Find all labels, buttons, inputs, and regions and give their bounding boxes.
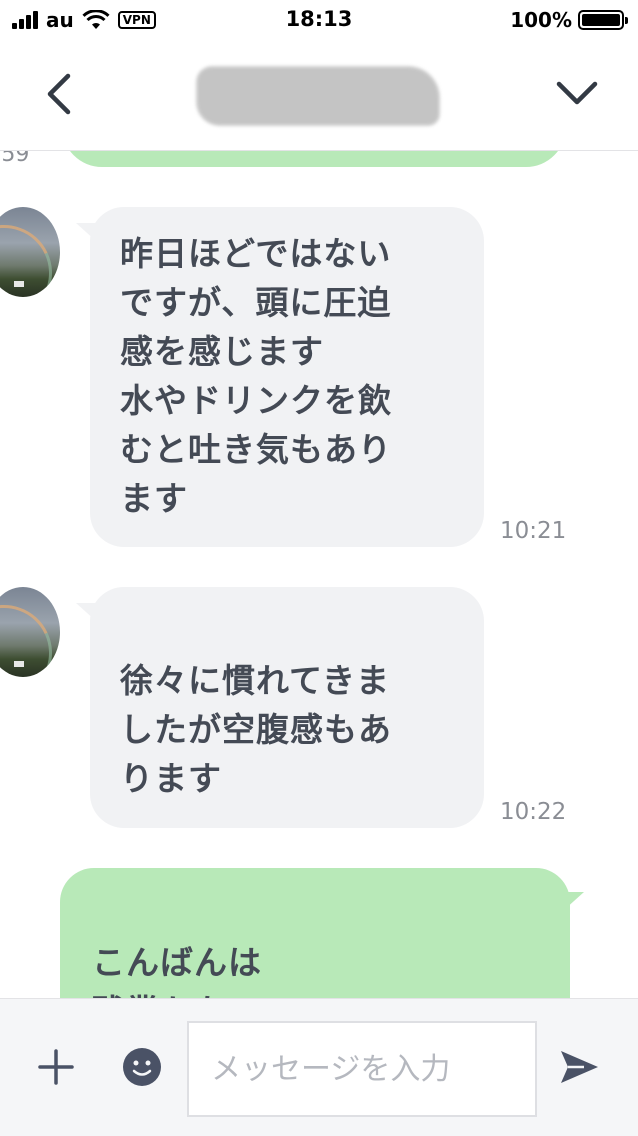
- chat-header: [0, 40, 638, 151]
- previous-message-time: :59: [0, 151, 30, 167]
- previous-outgoing-bubble: [62, 151, 566, 167]
- incoming-message-bubble[interactable]: 徐々に慣れてきま したが空腹感もあ ります: [76, 587, 484, 828]
- contact-avatar[interactable]: [0, 207, 60, 297]
- message-text: こんばんは 残業かな: [92, 943, 262, 998]
- contact-name-redacted: [198, 68, 438, 124]
- message-time: 10:22: [500, 799, 567, 825]
- battery-percent: 100%: [510, 8, 572, 32]
- message-text: 昨日ほどではない ですが、頭に圧迫 感を感じます 水やドリンクを飲 むと吐き気も…: [120, 234, 392, 518]
- outgoing-message-bubble[interactable]: こんばんは 残業かな: [60, 868, 584, 998]
- plus-icon[interactable]: [36, 1047, 76, 1087]
- send-icon[interactable]: [558, 1047, 600, 1087]
- incoming-message-bubble[interactable]: 昨日ほどではない ですが、頭に圧迫 感を感じます 水やドリンクを飲 むと吐き気も…: [76, 207, 484, 547]
- status-bar: au VPN 18:13 100%: [0, 0, 638, 40]
- message-time: 10:21: [500, 518, 567, 544]
- battery-icon: [578, 10, 628, 30]
- message-input[interactable]: [187, 1021, 537, 1117]
- message-input-bar: [0, 998, 638, 1136]
- message-text: 徐々に慣れてきま したが空腹感もあ ります: [120, 661, 392, 798]
- contact-avatar[interactable]: [0, 587, 60, 677]
- chevron-down-icon[interactable]: [553, 74, 601, 114]
- chat-area[interactable]: :59 昨日ほどではない ですが、頭に圧迫 感を感じます 水やドリンクを飲 むと…: [0, 151, 638, 998]
- emoji-icon[interactable]: [122, 1047, 162, 1087]
- status-right: 100%: [510, 8, 628, 32]
- back-chevron-icon[interactable]: [38, 70, 82, 118]
